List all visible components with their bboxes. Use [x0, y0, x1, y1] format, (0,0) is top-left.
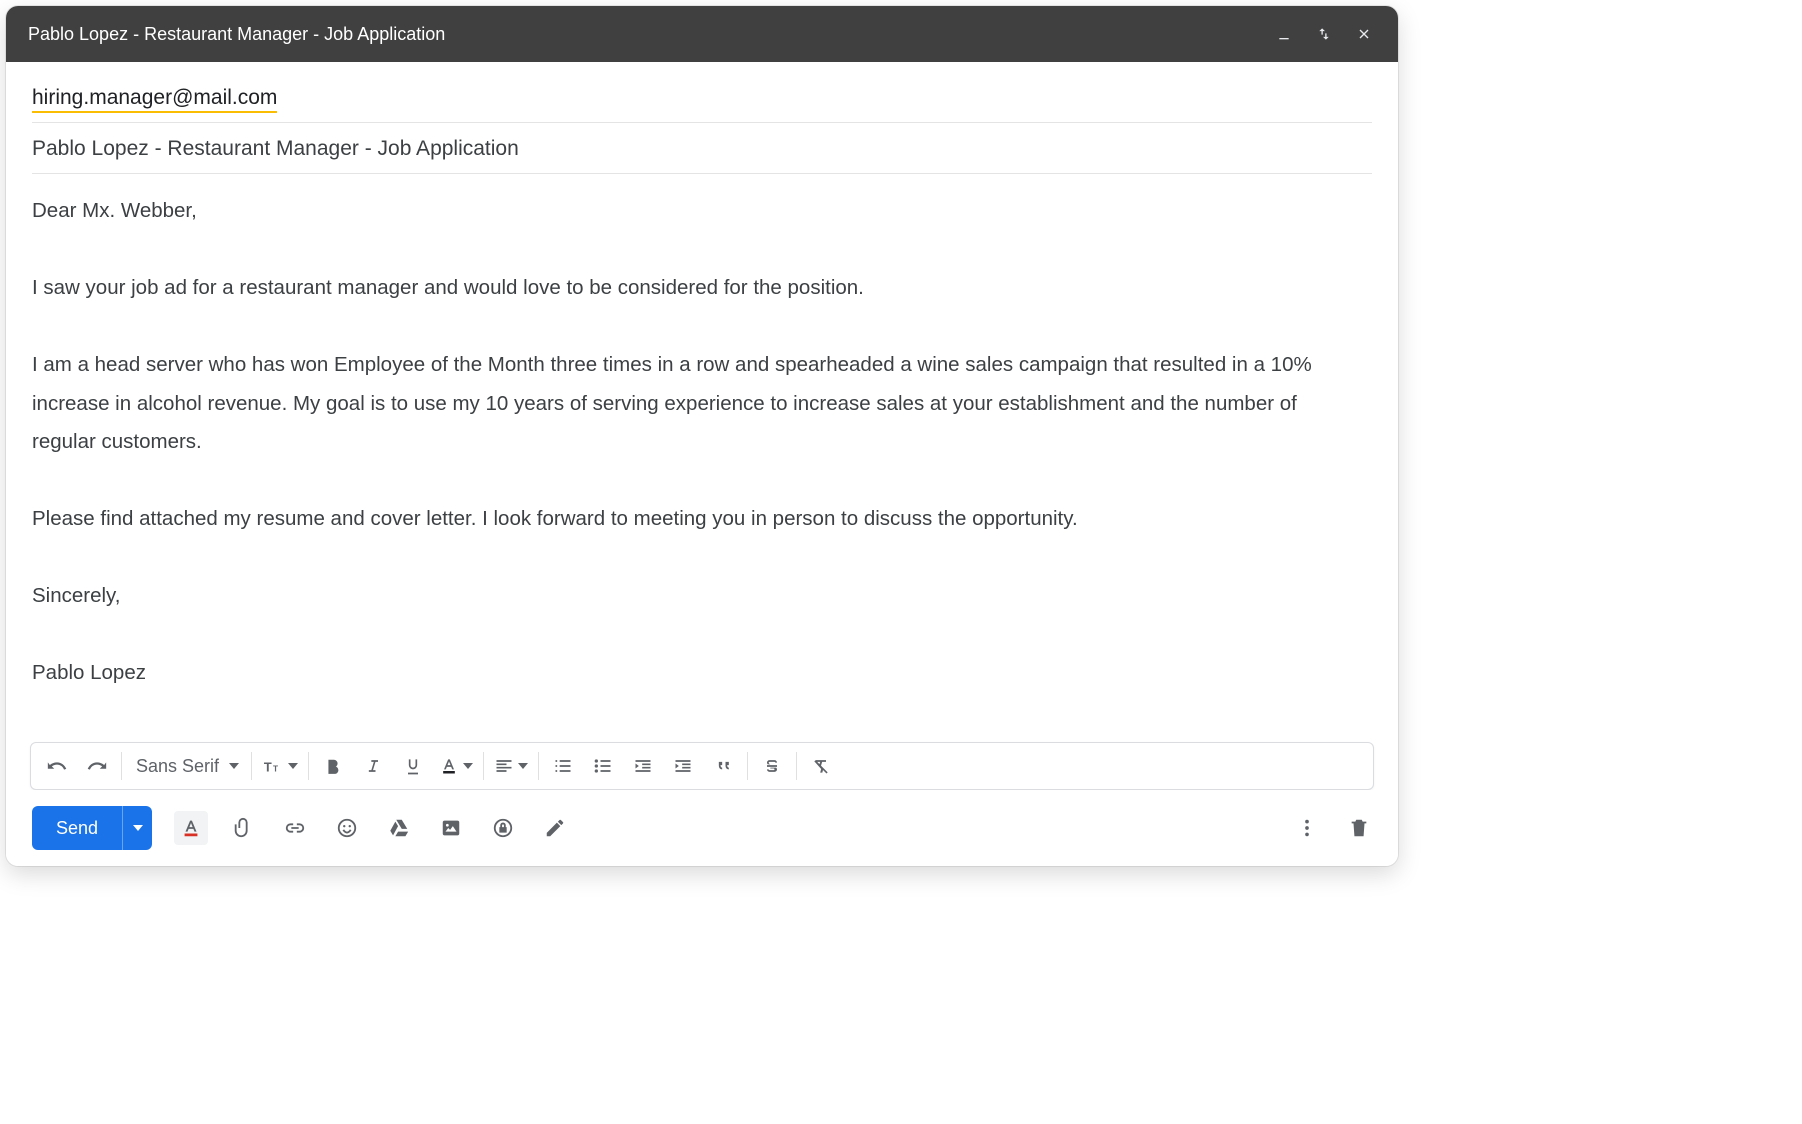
quote-button[interactable] [703, 746, 743, 786]
toolbar-separator [251, 752, 252, 780]
text-color-icon [439, 756, 459, 776]
toolbar-separator [538, 752, 539, 780]
italic-button[interactable] [353, 746, 393, 786]
chevron-down-icon [133, 825, 143, 831]
toolbar-separator [483, 752, 484, 780]
window-titlebar: Pablo Lopez - Restaurant Manager - Job A… [6, 6, 1398, 62]
align-button[interactable] [488, 746, 534, 786]
strikethrough-icon [762, 756, 782, 776]
toolbar-separator [308, 752, 309, 780]
compose-icons [174, 811, 572, 845]
font-family-label: Sans Serif [136, 756, 219, 777]
insert-signature-button[interactable] [538, 811, 572, 845]
italic-icon [363, 756, 383, 776]
remove-format-icon [811, 756, 831, 776]
body-area: Dear Mx. Webber, I saw your job ad for a… [6, 174, 1398, 742]
paperclip-icon [232, 817, 254, 839]
chevron-down-icon [288, 763, 298, 769]
bold-button[interactable] [313, 746, 353, 786]
send-button-group: Send [32, 806, 152, 850]
insert-photo-button[interactable] [434, 811, 468, 845]
insert-link-button[interactable] [278, 811, 312, 845]
undo-icon [46, 755, 68, 777]
align-left-icon [494, 756, 514, 776]
bulleted-list-icon [593, 756, 613, 776]
subject-field[interactable]: Pablo Lopez - Restaurant Manager - Job A… [32, 123, 1372, 174]
to-field[interactable]: hiring.manager@mail.com [32, 72, 1372, 123]
drive-icon [388, 817, 410, 839]
redo-icon [86, 755, 108, 777]
compose-bottom-bar: Send [6, 790, 1398, 866]
font-size-button[interactable]: TT [256, 746, 304, 786]
compose-window: Pablo Lopez - Restaurant Manager - Job A… [6, 6, 1398, 866]
chevron-down-icon [229, 763, 239, 769]
svg-text:T: T [264, 760, 272, 775]
formatting-toolbar: Sans Serif TT [30, 742, 1374, 790]
text-color-button[interactable] [433, 746, 479, 786]
emoji-icon [336, 817, 358, 839]
pen-icon [544, 817, 566, 839]
more-vertical-icon [1296, 817, 1318, 839]
window-title: Pablo Lopez - Restaurant Manager - Job A… [28, 24, 1260, 45]
font-family-picker[interactable]: Sans Serif [126, 746, 247, 786]
underline-icon [403, 756, 423, 776]
remove-formatting-button[interactable] [801, 746, 841, 786]
redo-button[interactable] [77, 746, 117, 786]
popout-button[interactable] [1308, 18, 1340, 50]
chevron-down-icon [518, 763, 528, 769]
toolbar-separator [796, 752, 797, 780]
recipient-chip[interactable]: hiring.manager@mail.com [32, 86, 277, 113]
numbered-list-icon [553, 756, 573, 776]
close-button[interactable] [1348, 18, 1380, 50]
right-action-icons [1290, 811, 1376, 845]
more-options-button[interactable] [1290, 811, 1324, 845]
send-button[interactable]: Send [32, 806, 122, 850]
minimize-icon [1276, 26, 1292, 42]
bulleted-list-button[interactable] [583, 746, 623, 786]
message-body[interactable]: Dear Mx. Webber, I saw your job ad for a… [32, 192, 1372, 742]
attach-file-button[interactable] [226, 811, 260, 845]
link-icon [284, 817, 306, 839]
subject-text: Pablo Lopez - Restaurant Manager - Job A… [32, 137, 519, 160]
undo-button[interactable] [37, 746, 77, 786]
trash-icon [1348, 817, 1370, 839]
header-fields: hiring.manager@mail.com Pablo Lopez - Re… [6, 62, 1398, 174]
strikethrough-button[interactable] [752, 746, 792, 786]
indent-more-button[interactable] [663, 746, 703, 786]
chevron-down-icon [463, 763, 473, 769]
indent-less-icon [633, 756, 653, 776]
confidential-mode-button[interactable] [486, 811, 520, 845]
confidential-icon [492, 817, 514, 839]
insert-emoji-button[interactable] [330, 811, 364, 845]
toolbar-separator [747, 752, 748, 780]
indent-less-button[interactable] [623, 746, 663, 786]
svg-text:T: T [273, 765, 278, 774]
close-icon [1356, 26, 1372, 42]
toolbar-separator [121, 752, 122, 780]
indent-more-icon [673, 756, 693, 776]
send-options-button[interactable] [122, 806, 152, 850]
numbered-list-button[interactable] [543, 746, 583, 786]
quote-icon [713, 756, 733, 776]
text-format-icon [180, 817, 202, 839]
minimize-button[interactable] [1268, 18, 1300, 50]
exit-fullscreen-icon [1316, 26, 1332, 42]
image-icon [440, 817, 462, 839]
formatting-options-button[interactable] [174, 811, 208, 845]
insert-drive-button[interactable] [382, 811, 416, 845]
underline-button[interactable] [393, 746, 433, 786]
discard-draft-button[interactable] [1342, 811, 1376, 845]
font-size-icon: TT [262, 755, 284, 777]
bold-icon [323, 756, 343, 776]
